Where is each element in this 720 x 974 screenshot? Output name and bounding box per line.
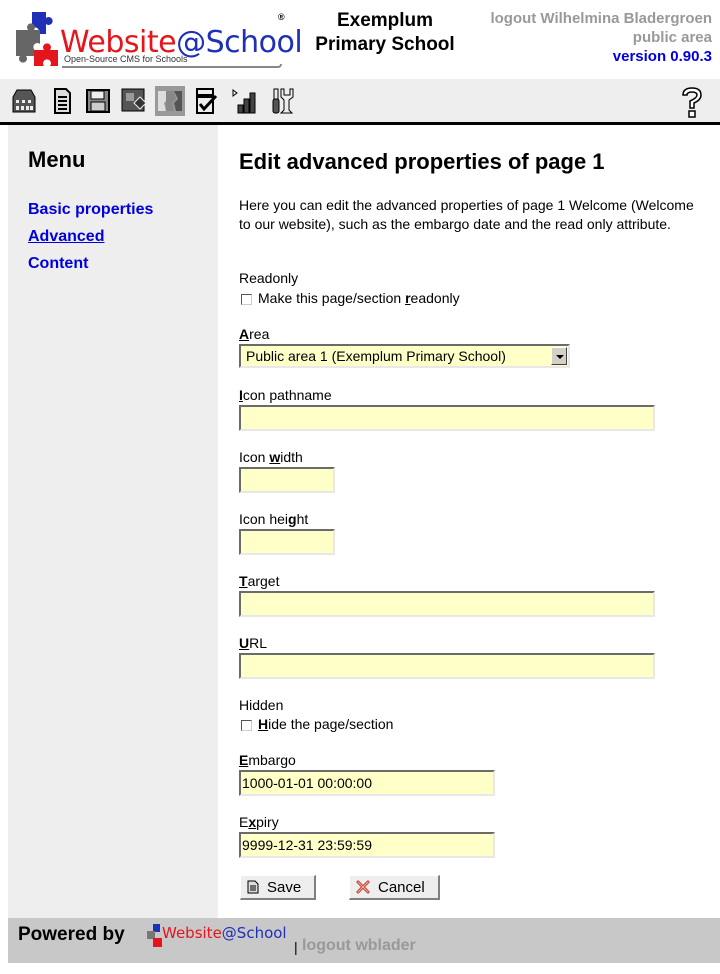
footer: Powered by Website@School | logout wblad… xyxy=(8,918,720,963)
site-name: Exemplum Primary School xyxy=(305,9,465,57)
icon-height-label: Icon height xyxy=(239,511,309,527)
footer-logo-text-school: @School xyxy=(221,924,287,942)
logout-link[interactable]: logout Wilhelmina Bladergroen xyxy=(490,9,712,28)
site-name-line2: Primary School xyxy=(315,34,455,55)
page-title: Edit advanced properties of page 1 xyxy=(239,149,605,174)
logo-text-school: @School xyxy=(176,25,303,60)
readonly-checkbox[interactable] xyxy=(241,293,252,305)
hidden-option[interactable]: Hide the page/section xyxy=(241,716,393,733)
toolbar xyxy=(0,79,720,125)
embargo-input[interactable]: 1000-01-01 00:00:00 xyxy=(239,770,495,796)
readonly-option[interactable]: Make this page/section readonly xyxy=(241,290,460,307)
cancel-x-icon xyxy=(356,880,370,894)
account-manager-icon[interactable] xyxy=(155,86,185,116)
hidden-checkbox[interactable] xyxy=(241,719,252,731)
cancel-button-label: Cancel xyxy=(378,878,425,896)
hidden-checkbox-label: Hide the page/section xyxy=(258,716,394,732)
sidebar: Menu Basic properties Advanced Content xyxy=(8,125,218,918)
sidebar-item-content[interactable]: Content xyxy=(28,255,88,273)
cancel-button[interactable]: Cancel xyxy=(349,875,440,900)
embargo-label: Embargo xyxy=(239,752,296,768)
puzzle-pieces-icon xyxy=(16,12,58,66)
menu-title: Menu xyxy=(28,147,86,172)
logo-swoosh xyxy=(62,64,282,68)
configuration-icon[interactable] xyxy=(191,86,221,116)
logo-tagline: Open-Source CMS for Schools xyxy=(64,54,188,64)
powered-by-text: Powered by xyxy=(18,924,125,945)
document-icon xyxy=(247,880,259,894)
registered-mark: ® xyxy=(278,12,285,22)
area-link[interactable]: public area xyxy=(490,28,712,47)
target-label: Target xyxy=(239,573,280,589)
icon-pathname-label: Icon pathname xyxy=(239,387,332,403)
url-input[interactable] xyxy=(239,653,655,679)
icon-width-input[interactable] xyxy=(239,467,335,493)
icon-width-label: Icon width xyxy=(239,449,303,465)
statistics-icon[interactable] xyxy=(229,86,259,116)
backup-icon[interactable] xyxy=(83,86,113,116)
expiry-input[interactable]: 9999-12-31 23:59:59 xyxy=(239,832,495,858)
url-label: URL xyxy=(239,635,268,651)
user-info: logout Wilhelmina Bladergroen public are… xyxy=(490,9,712,66)
footer-logo-text-website: Website xyxy=(162,924,222,942)
icon-pathname-input[interactable] xyxy=(239,405,655,431)
intro-text: Here you can edit the advanced propertie… xyxy=(239,197,694,232)
target-input[interactable] xyxy=(239,591,655,617)
help-icon[interactable] xyxy=(678,85,706,119)
save-button-label: Save xyxy=(267,878,302,896)
footer-website-at-school-logo[interactable]: Website@School xyxy=(146,921,287,953)
tools-icon[interactable] xyxy=(268,86,298,116)
icon-height-input[interactable] xyxy=(239,529,335,555)
sidebar-item-advanced[interactable]: Advanced xyxy=(28,228,104,246)
area-select-value: Public area 1 (Exemplum Primary School) xyxy=(246,348,506,364)
modules-icon[interactable] xyxy=(119,86,149,116)
start-icon[interactable] xyxy=(9,86,39,116)
header: Website@School ® Open-Source CMS for Sch… xyxy=(0,0,720,79)
readonly-checkbox-label: Make this page/section readonly xyxy=(258,290,460,306)
area-label: Area xyxy=(239,326,270,342)
sidebar-item-basic-properties[interactable]: Basic properties xyxy=(28,201,153,219)
page-manager-icon[interactable] xyxy=(47,86,77,116)
website-at-school-logo[interactable]: Website@School ® Open-Source CMS for Sch… xyxy=(14,10,303,74)
version-link[interactable]: version 0.90.3 xyxy=(490,47,712,66)
site-name-line1: Exemplum xyxy=(336,10,434,31)
save-button[interactable]: Save xyxy=(240,875,316,900)
hidden-label: Hidden xyxy=(239,697,284,713)
footer-logout-link[interactable]: logout wblader xyxy=(302,937,416,955)
area-select[interactable]: Public area 1 (Exemplum Primary School) xyxy=(239,344,570,368)
expiry-label: Expiry xyxy=(239,814,279,830)
footer-separator: | xyxy=(294,939,298,955)
chevron-down-icon[interactable] xyxy=(551,347,567,365)
readonly-label: Readonly xyxy=(239,270,299,286)
